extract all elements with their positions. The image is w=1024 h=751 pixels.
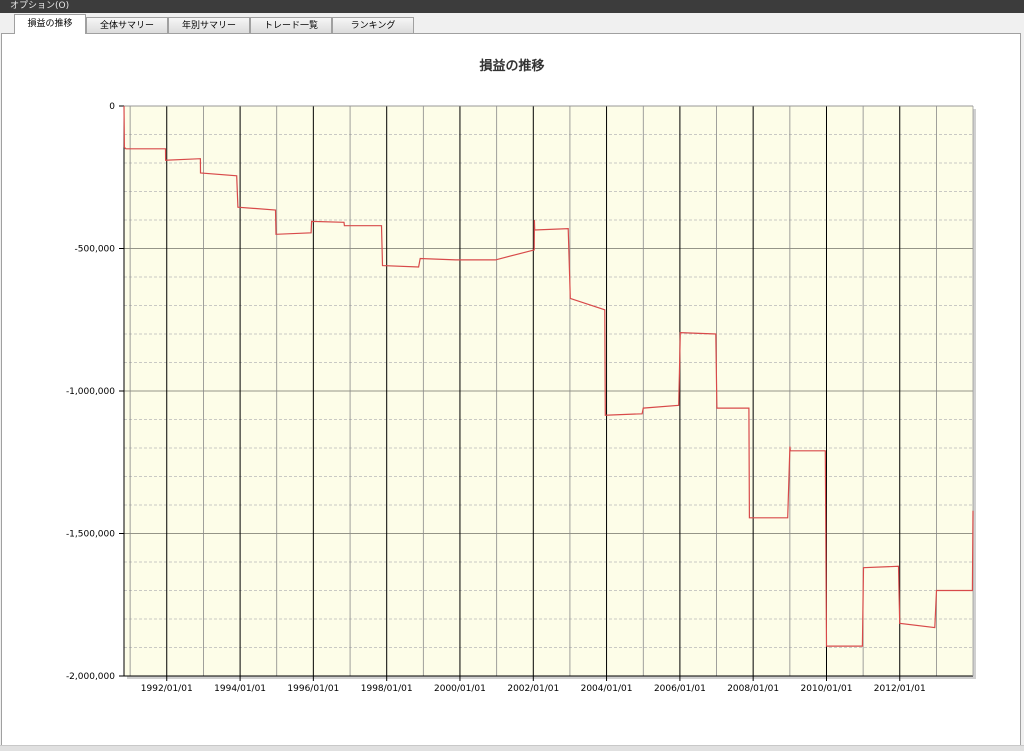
y-tick-label: -1,000,000 bbox=[66, 387, 115, 397]
y-tick-label: -500,000 bbox=[75, 245, 116, 255]
x-tick-label: 2002/01/01 bbox=[507, 684, 559, 694]
x-tick-label: 1994/01/01 bbox=[214, 684, 266, 694]
x-tick-label: 2012/01/01 bbox=[874, 684, 926, 694]
x-tick-label: 1998/01/01 bbox=[361, 684, 413, 694]
status-strip bbox=[0, 745, 1024, 751]
x-tick-label: 1992/01/01 bbox=[141, 684, 193, 694]
x-tick-label: 2008/01/01 bbox=[727, 684, 779, 694]
y-tick-label: 0 bbox=[109, 102, 115, 112]
x-tick-label: 2004/01/01 bbox=[581, 684, 633, 694]
pnl-chart: 0 -500,000 -1,000,000 -1,500,000 -2,000,000 1… bbox=[66, 102, 976, 694]
x-tick-label: 2006/01/01 bbox=[654, 684, 706, 694]
y-tick-label: -2,000,000 bbox=[66, 672, 115, 682]
x-tick-label: 1996/01/01 bbox=[287, 684, 339, 694]
y-tick-label: -1,500,000 bbox=[66, 530, 115, 540]
tab-pnl-trend[interactable]: 損益の推移 bbox=[14, 14, 86, 34]
x-tick-label: 2010/01/01 bbox=[801, 684, 853, 694]
x-tick-label: 2000/01/01 bbox=[434, 684, 486, 694]
